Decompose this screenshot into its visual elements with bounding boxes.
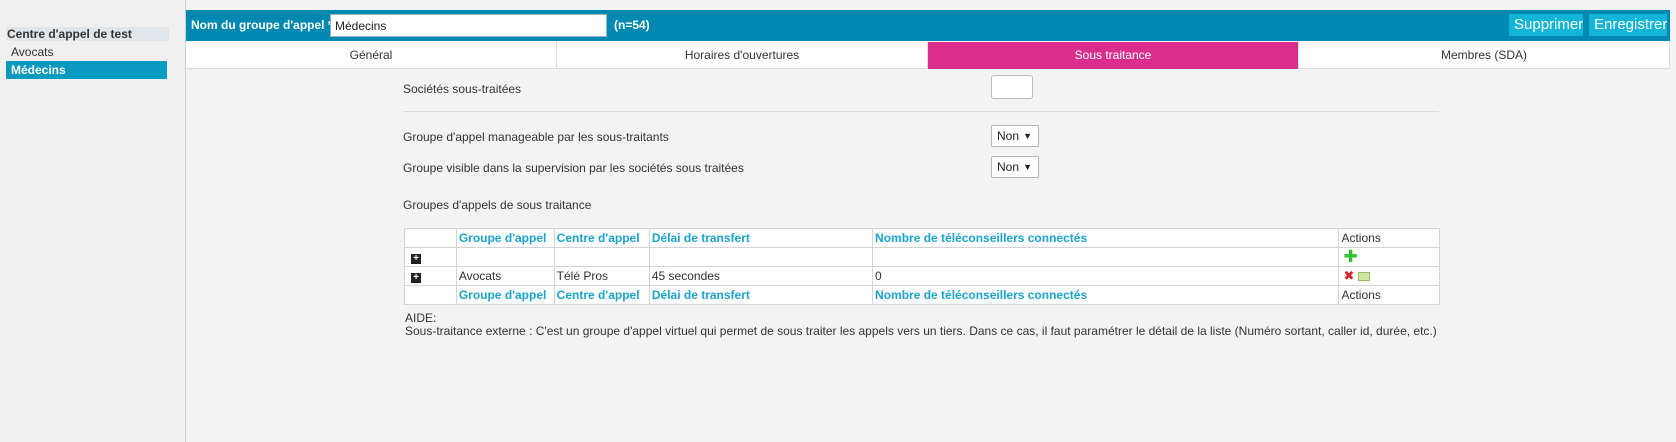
tab-horaires[interactable]: Horaires d'ouvertures [557,42,928,69]
footer-delay[interactable]: Délai de transfert [648,285,874,305]
group-name-label: Nom du groupe d'appel * : [191,18,340,32]
cell-group: Avocats [455,266,555,286]
footer-center[interactable]: Centre d'appel [553,285,650,305]
subcontracted-label: Sociétés sous-traitées [403,82,522,96]
cell-agents: 0 [872,266,1340,286]
help-text: Sous-traitance externe : C'est un groupe… [405,324,1437,338]
delete-button[interactable]: Supprimer [1509,14,1583,36]
header-center[interactable]: Centre d'appel [553,228,650,248]
dropdown-arrow-icon: ▼ [1023,131,1032,141]
sidebar: Centre d'appel de test Avocats Médecins [0,0,186,442]
edit-icon[interactable] [1358,272,1371,282]
header-agents[interactable]: Nombre de téléconseillers connectés [872,228,1340,248]
tab-sous-traitance[interactable]: Sous traitance [928,42,1299,69]
table-row-new: + ✚ [404,247,1440,267]
tab-general[interactable]: Général [186,42,557,69]
footer-group[interactable]: Groupe d'appel [455,285,555,305]
subcontracted-select[interactable] [991,75,1033,99]
tab-membres[interactable]: Membres (SDA) [1299,42,1670,69]
topbar: Nom du groupe d'appel * : (n=54) Supprim… [186,10,1670,41]
table-row: + Avocats Télé Pros 45 secondes 0 ✖ [404,266,1440,286]
sidebar-group-title: Centre d'appel de test [6,27,169,41]
visible-select[interactable]: Non ▼ [991,156,1039,178]
header-delay[interactable]: Délai de transfert [648,228,874,248]
main-panel: Nom du groupe d'appel * : (n=54) Supprim… [186,0,1676,442]
delete-icon[interactable]: ✖ [1343,268,1354,283]
sidebar-item-avocats[interactable]: Avocats [6,43,167,61]
header-actions: Actions [1338,228,1440,248]
expand-icon[interactable]: + [411,273,421,283]
table-header-row: Groupe d'appel Centre d'appel Délai de t… [404,228,1440,248]
add-icon[interactable]: ✚ [1343,247,1357,266]
sidebar-item-medecins[interactable]: Médecins [6,61,167,79]
cell-delay: 45 secondes [648,266,874,286]
visible-value: Non [997,160,1020,174]
member-count: (n=54) [614,18,650,32]
footer-agents[interactable]: Nombre de téléconseillers connectés [872,285,1340,305]
footer-expand [404,285,457,305]
tab-bar: Général Horaires d'ouvertures Sous trait… [186,42,1670,69]
group-name-input[interactable] [330,14,607,37]
save-button[interactable]: Enregistrer [1589,14,1667,36]
dropdown-arrow-icon: ▼ [1023,162,1032,172]
table-footer-row: Groupe d'appel Centre d'appel Délai de t… [404,285,1440,305]
divider [403,111,1439,112]
help-section: AIDE: Sous-traitance externe : C'est un … [405,312,1437,338]
expand-icon[interactable]: + [411,254,421,264]
manageable-label: Groupe d'appel manageable par les sous-t… [403,130,669,144]
subcontract-groups-table: Groupe d'appel Centre d'appel Délai de t… [404,228,1440,305]
header-expand [404,228,457,248]
groups-title: Groupes d'appels de sous traitance [403,198,592,212]
manageable-select[interactable]: Non ▼ [991,125,1039,147]
cell-center: Télé Pros [553,266,650,286]
visible-label: Groupe visible dans la supervision par l… [403,161,744,175]
footer-actions: Actions [1338,285,1440,305]
content-area: Sociétés sous-traitées Groupe d'appel ma… [186,70,1670,442]
header-group[interactable]: Groupe d'appel [455,228,555,248]
manageable-value: Non [997,129,1020,143]
